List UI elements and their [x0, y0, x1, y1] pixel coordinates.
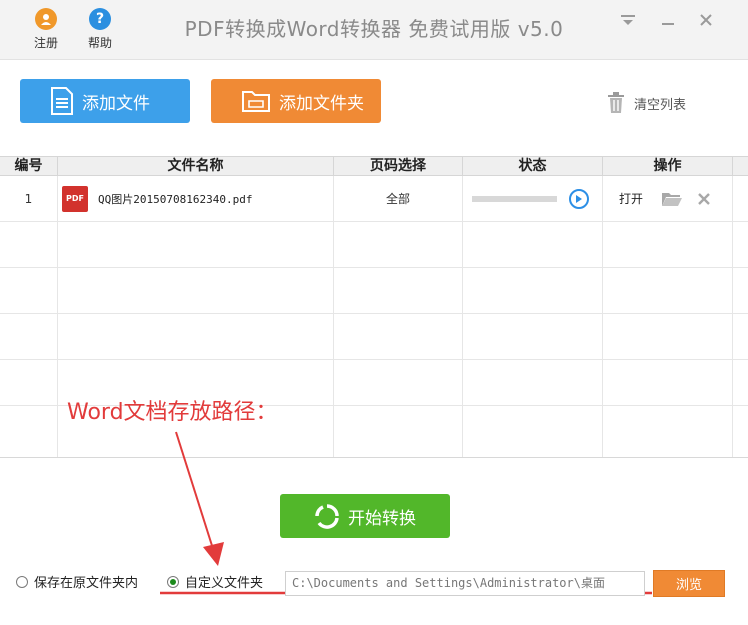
custom-folder-label: 自定义文件夹: [185, 576, 264, 591]
start-convert-button[interactable]: 开始转换: [280, 494, 450, 538]
add-file-label: 添加文件: [82, 93, 150, 114]
title-bar: 注册 ? 帮助 PDF转换成Word转换器 免费试用版 v5.0: [0, 0, 748, 60]
table-row[interactable]: 1 PDF QQ图片20150708162340.pdf 全部 打开: [0, 176, 748, 222]
row-filename-cell: PDF QQ图片20150708162340.pdf: [58, 176, 334, 221]
browse-button[interactable]: 浏览: [653, 570, 725, 597]
column-header-status: 状态: [463, 157, 603, 176]
help-icon: ?: [89, 8, 111, 30]
column-header-filename: 文件名称: [58, 157, 334, 176]
refresh-icon: [315, 504, 339, 529]
document-icon: [51, 87, 73, 115]
clear-list-button[interactable]: 清空列表: [606, 92, 686, 114]
save-original-label: 保存在原文件夹内: [34, 576, 139, 591]
menu-dropdown-button[interactable]: [614, 9, 642, 35]
column-header-index: 编号: [0, 157, 58, 176]
row-actions-cell: 打开: [603, 176, 733, 221]
row-filename: QQ图片20150708162340.pdf: [98, 192, 253, 206]
column-header-spacer: [733, 157, 748, 176]
column-header-actions: 操作: [603, 157, 733, 176]
row-status-cell: [463, 176, 603, 221]
play-icon[interactable]: [569, 188, 589, 209]
open-button[interactable]: 打开: [619, 190, 643, 207]
help-button[interactable]: ? 帮助: [80, 8, 120, 51]
custom-folder-option[interactable]: 自定义文件夹: [167, 572, 263, 591]
folder-icon: [242, 91, 270, 112]
close-icon: [700, 14, 712, 26]
trash-icon: [608, 92, 624, 113]
register-icon: [35, 8, 57, 30]
register-label: 注册: [33, 36, 58, 50]
table-header: 编号 文件名称 页码选择 状态 操作: [0, 156, 748, 176]
row-progress-bar: [472, 195, 557, 202]
remove-icon[interactable]: [697, 192, 711, 206]
column-header-pages: 页码选择: [334, 157, 463, 176]
add-file-button[interactable]: 添加文件: [20, 79, 190, 123]
table-row-empty: [0, 314, 748, 360]
close-button[interactable]: [692, 9, 720, 35]
minimize-icon: [662, 23, 674, 25]
minimize-button[interactable]: [654, 9, 682, 35]
table-row-empty: [0, 222, 748, 268]
menu-dropdown-icon: [621, 15, 635, 25]
pdf-file-icon: PDF: [62, 185, 88, 212]
table-row-empty: [0, 268, 748, 314]
row-index: 1: [0, 176, 58, 221]
register-button[interactable]: 注册: [26, 8, 66, 51]
start-convert-label: 开始转换: [348, 508, 416, 529]
add-folder-label: 添加文件夹: [279, 93, 364, 114]
help-label: 帮助: [87, 36, 112, 50]
annotation-text: Word文档存放路径：: [67, 400, 278, 425]
output-path-input[interactable]: C:\Documents and Settings\Administrator\…: [285, 571, 645, 596]
open-folder-icon[interactable]: [661, 191, 683, 207]
row-page-selection[interactable]: 全部: [334, 176, 463, 221]
save-original-folder-option[interactable]: 保存在原文件夹内: [16, 572, 138, 591]
row-spacer: [733, 176, 748, 221]
save-original-radio[interactable]: [16, 575, 28, 588]
add-folder-button[interactable]: 添加文件夹: [211, 79, 381, 123]
custom-folder-radio[interactable]: [167, 575, 179, 588]
clear-list-label: 清空列表: [634, 97, 687, 113]
